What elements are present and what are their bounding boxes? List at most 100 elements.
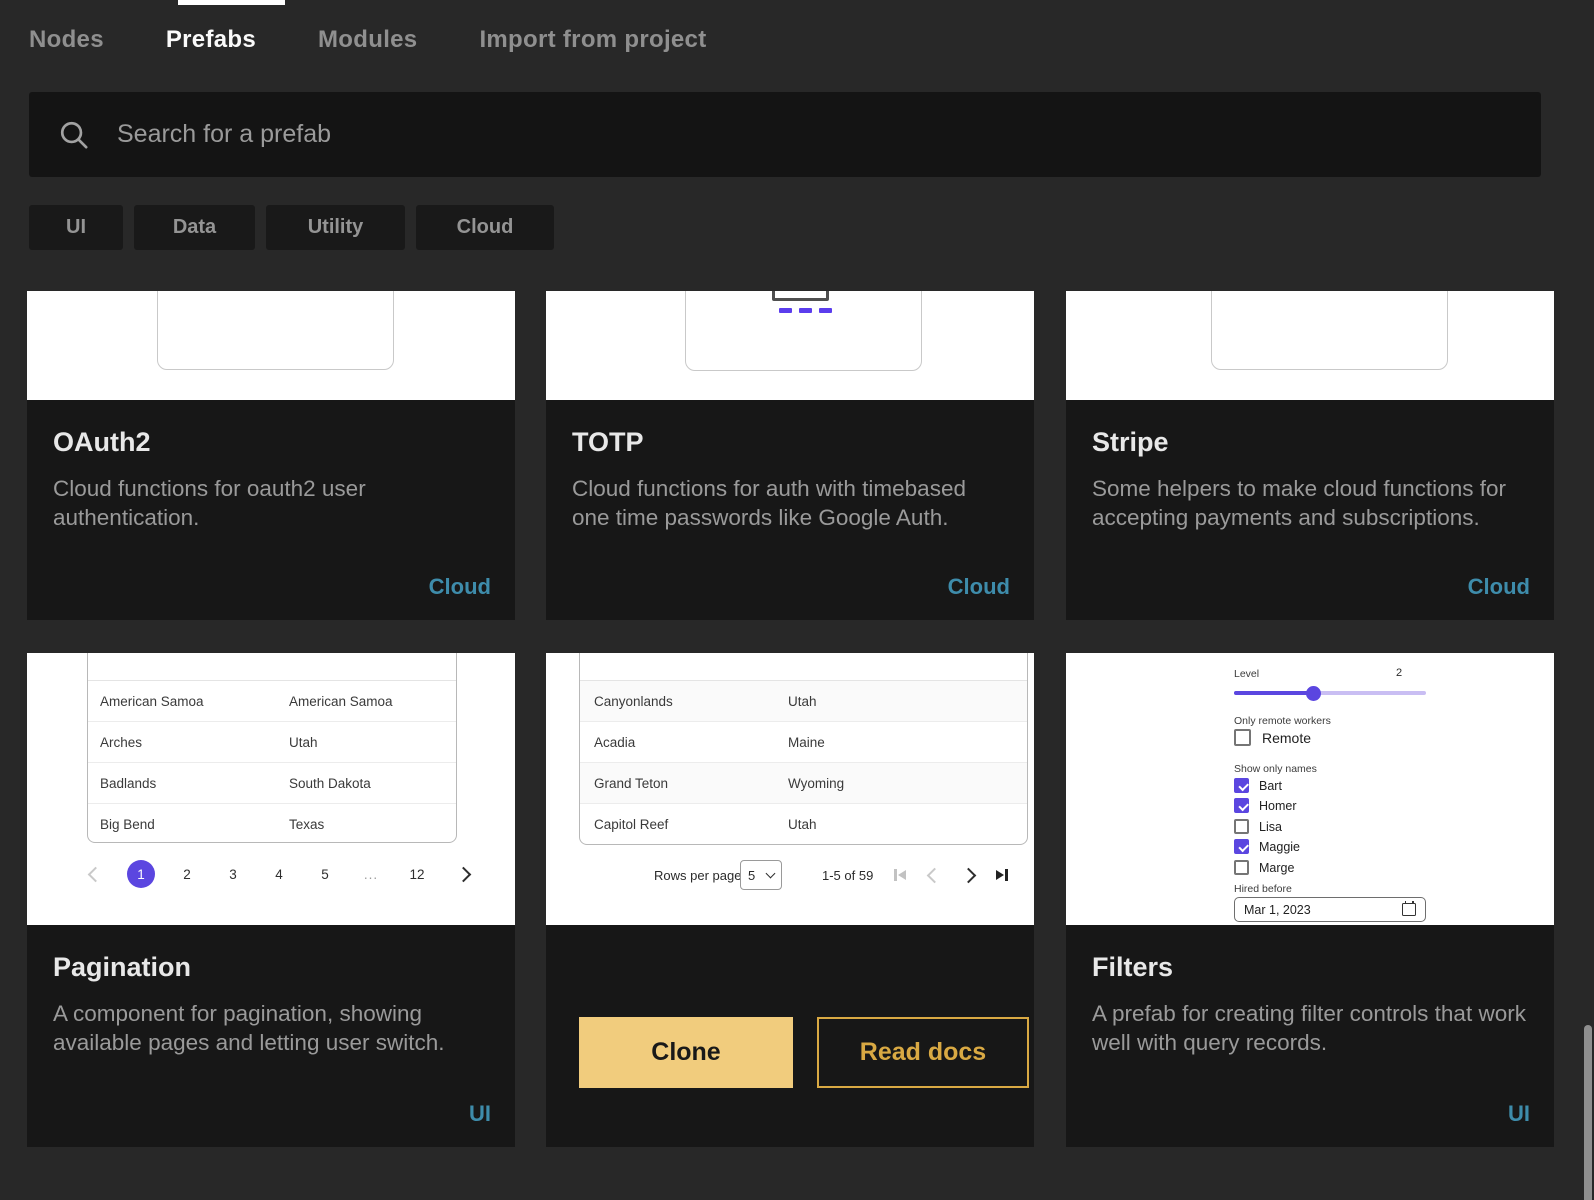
remote-group-label: Only remote workers: [1234, 715, 1331, 727]
prefab-card-oauth2[interactable]: OAUTH OAuth2 Cloud functions for oauth2 …: [27, 291, 515, 620]
table-row: Canyonlands Utah: [580, 681, 1027, 722]
checkbox-maggie: [1234, 839, 1249, 854]
card-description: Some helpers to make cloud functions for…: [1066, 458, 1554, 532]
totp-preview: [546, 291, 1034, 400]
cell-state: Utah: [788, 694, 817, 709]
card-description: Cloud functions for oauth2 user authenti…: [27, 458, 515, 532]
prefab-card-totp[interactable]: TOTP Cloud functions for auth with timeb…: [546, 291, 1034, 620]
previous-page-icon: [924, 866, 944, 884]
cell-state: Maine: [788, 735, 825, 750]
names-group-label: Show only names: [1234, 763, 1317, 775]
date-value: Mar 1, 2023: [1244, 903, 1311, 917]
stripe-info: Stripe Some helpers to make cloud functi…: [1066, 400, 1554, 620]
cell-state: Wyoming: [788, 776, 844, 791]
table-row: Grand Teton Wyoming: [580, 763, 1027, 804]
remote-checkbox: [1234, 729, 1251, 746]
category-tag: Cloud: [1468, 574, 1530, 600]
cell-state: Texas: [289, 817, 324, 832]
cell-park: Grand Teton: [580, 776, 788, 791]
card-title: OAuth2: [27, 400, 515, 458]
chevron-down-icon: [766, 869, 776, 879]
card-description: Cloud functions for auth with timebased …: [546, 458, 1034, 532]
table-row: Big Bend Texas: [88, 804, 456, 843]
checkbox-label: Maggie: [1259, 840, 1300, 854]
slider-thumb: [1306, 686, 1321, 701]
remote-checkbox-label: Remote: [1262, 730, 1311, 746]
category-tag: UI: [1508, 1101, 1530, 1127]
rows-per-page-label: Rows per page: [654, 868, 741, 883]
cell-state: South Dakota: [289, 776, 371, 791]
cell-state: Utah: [289, 735, 318, 750]
filter-chip-utility[interactable]: Utility: [266, 205, 405, 250]
card-title: Filters: [1066, 925, 1554, 983]
checkbox-marge: [1234, 860, 1249, 875]
category-tag: UI: [469, 1101, 491, 1127]
page-2: 2: [173, 860, 201, 888]
cell-state: American Samoa: [289, 694, 393, 709]
prev-page-icon: [81, 860, 109, 888]
card-title: TOTP: [546, 400, 1034, 458]
checkbox-label: Homer: [1259, 799, 1297, 813]
active-tab-indicator: [178, 0, 285, 5]
prefab-card-stripe[interactable]: Stripe Some helpers to make cloud functi…: [1066, 291, 1554, 620]
table-pagination-controls: Rows per page 5 1-5 of 59: [546, 859, 1034, 893]
card-description: A component for pagination, showing avai…: [27, 983, 515, 1057]
card-description: A prefab for creating filter controls th…: [1066, 983, 1554, 1057]
otp-digit-dashes: [779, 308, 832, 313]
totp-preview-panel: [685, 291, 922, 371]
cell-park: Arches: [88, 735, 289, 750]
checkbox-label: Lisa: [1259, 820, 1282, 834]
table-row: Acadia Maine: [580, 722, 1027, 763]
table-row: Badlands South Dakota: [88, 763, 456, 804]
tab-modules[interactable]: Modules: [318, 26, 417, 54]
filters-preview: Level 2 Only remote workers Remote Show …: [1066, 653, 1554, 925]
prefab-card-hovered[interactable]: Canyonlands Utah Acadia Maine Grand Teto…: [546, 653, 1034, 1147]
search-input[interactable]: [115, 119, 1513, 150]
page-12: 12: [403, 860, 431, 888]
last-page-icon: [992, 866, 1012, 884]
stripe-preview-panel: [1211, 291, 1448, 370]
page-1: 1: [127, 860, 155, 888]
next-page-icon: [958, 866, 978, 884]
pagination-info: Pagination A component for pagination, s…: [27, 925, 515, 1147]
filter-chip-data[interactable]: Data: [134, 205, 255, 250]
first-page-icon: [890, 866, 910, 884]
totp-info: TOTP Cloud functions for auth with timeb…: [546, 400, 1034, 620]
clone-button[interactable]: Clone: [579, 1017, 793, 1088]
tab-nodes[interactable]: Nodes: [29, 26, 104, 54]
filter-chip-cloud[interactable]: Cloud: [416, 205, 554, 250]
cell-park: Badlands: [88, 776, 289, 791]
tab-prefabs[interactable]: Prefabs: [166, 26, 256, 54]
cell-park: American Samoa: [88, 694, 289, 709]
vertical-scrollbar[interactable]: [1584, 1025, 1592, 1200]
pages-ellipsis: ...: [357, 860, 385, 888]
prefab-browser: Nodes Prefabs Modules Import from projec…: [0, 0, 1594, 1200]
cell-park: Canyonlands: [580, 694, 788, 709]
table-row: Arches Utah: [88, 722, 456, 763]
checkbox-label: Bart: [1259, 779, 1282, 793]
search-icon: [57, 118, 91, 152]
cell-park: Capitol Reef: [580, 817, 788, 832]
cell-park: Big Bend: [88, 817, 289, 832]
pagination-controls: 1 2 3 4 5 ... 12: [81, 860, 477, 888]
hover-actions: Clone Read docs: [546, 925, 1034, 1147]
page-5: 5: [311, 860, 339, 888]
tab-import-from-project[interactable]: Import from project: [479, 26, 706, 54]
otp-input-field: [772, 291, 829, 301]
prefab-card-pagination[interactable]: American Samoa American Samoa Arches Uta…: [27, 653, 515, 1147]
filter-chip-ui[interactable]: UI: [29, 205, 123, 250]
row-range-label: 1-5 of 59: [822, 868, 873, 883]
table-row: American Samoa American Samoa: [88, 681, 456, 722]
read-docs-button[interactable]: Read docs: [817, 1017, 1029, 1088]
oauth2-info: OAuth2 Cloud functions for oauth2 user a…: [27, 400, 515, 620]
records-preview-table: Canyonlands Utah Acadia Maine Grand Teto…: [579, 653, 1028, 845]
category-tag: Cloud: [948, 574, 1010, 600]
rows-per-page-value: 5: [748, 868, 755, 883]
rows-per-page-select: 5: [740, 860, 782, 890]
cell-park: Acadia: [580, 735, 788, 750]
page-4: 4: [265, 860, 293, 888]
prefab-card-filters[interactable]: Level 2 Only remote workers Remote Show …: [1066, 653, 1554, 1147]
category-filters: UI Data Utility Cloud: [29, 205, 554, 250]
stripe-preview: [1066, 291, 1554, 400]
checkbox-homer: [1234, 798, 1249, 813]
